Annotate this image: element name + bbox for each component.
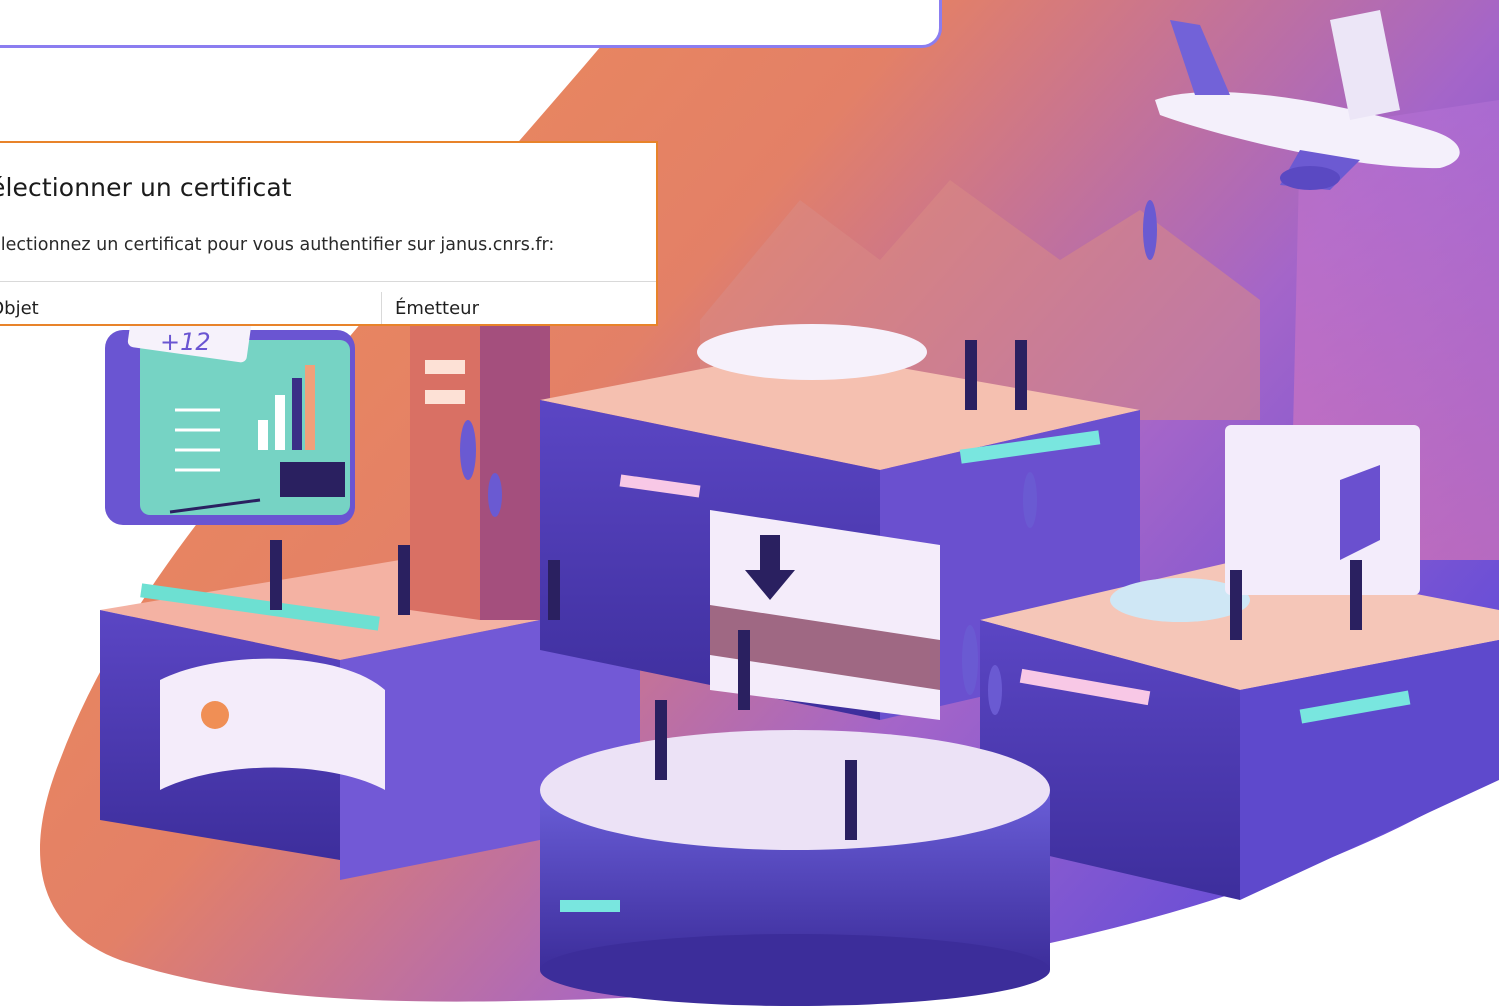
wallet-dashboard: +12: [105, 297, 355, 525]
column-header-issuer[interactable]: Émetteur: [395, 298, 479, 319]
dialog-subtitle: électionnez un certificat pour vous auth…: [0, 235, 555, 255]
column-divider[interactable]: [381, 292, 382, 324]
top-card-outline: [0, 0, 942, 48]
column-header-subject[interactable]: Objet: [0, 298, 39, 319]
certificate-table-header: Objet Émetteur: [0, 281, 656, 327]
front-cylinder: [540, 730, 1050, 1006]
svg-text:+12: +12: [160, 328, 211, 356]
dialog-title: électionner un certificat: [0, 173, 292, 202]
certificate-dialog: électionner un certificat électionnez un…: [0, 141, 658, 326]
tall-building: [410, 300, 550, 620]
